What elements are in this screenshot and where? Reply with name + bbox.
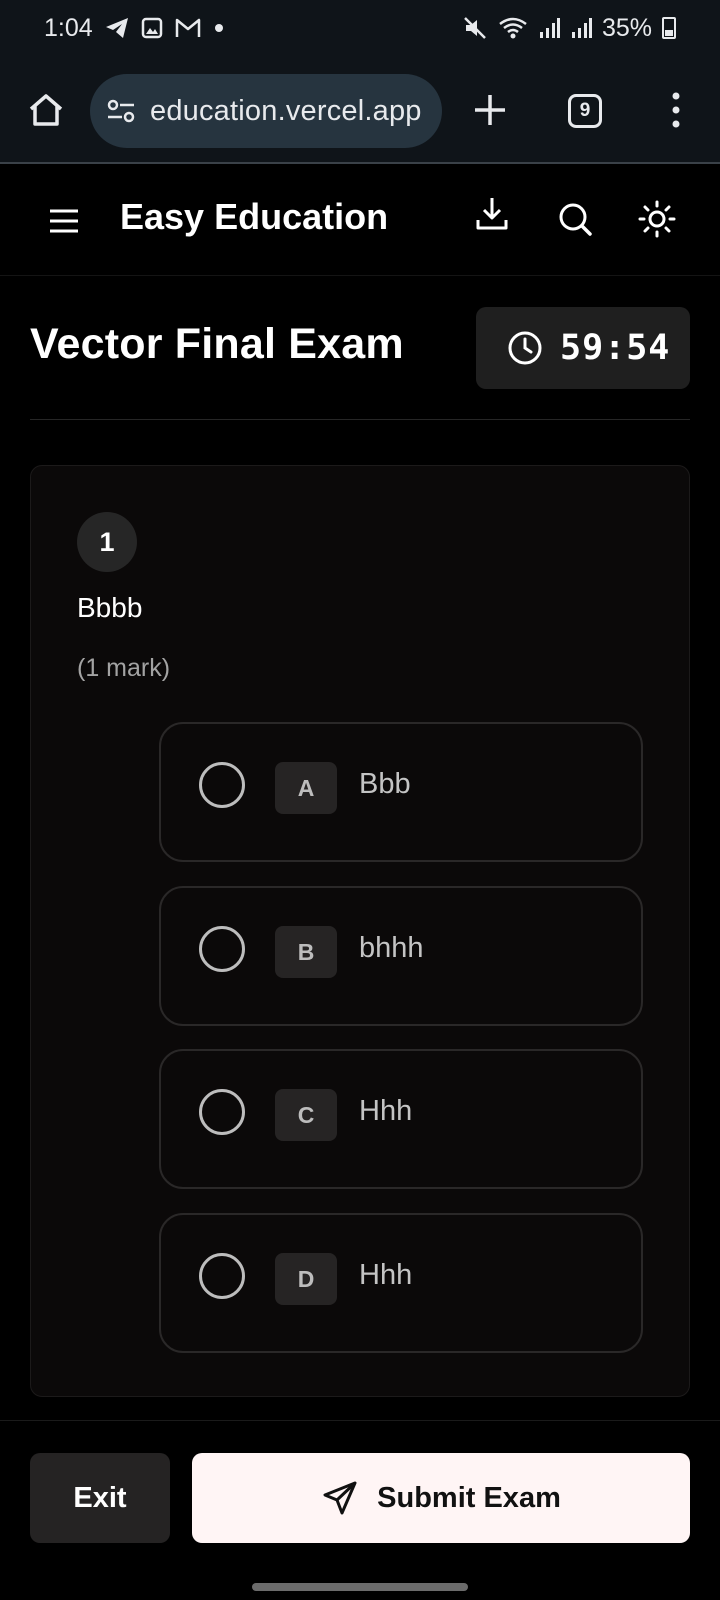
app-header: Easy Education — [0, 166, 720, 276]
question-card: 1 Bbbb (1 mark) A Bbb B bhhh C Hhh D Hhh — [30, 465, 690, 1397]
status-time: 1:04 — [44, 13, 93, 42]
question-marks: (1 mark) — [77, 654, 171, 682]
status-bar: 1:04 35% — [0, 0, 720, 56]
submit-label: Submit Exam — [377, 1481, 561, 1514]
home-indicator[interactable] — [252, 1583, 468, 1591]
send-icon — [321, 1479, 359, 1517]
battery-percent: 35% — [601, 13, 652, 42]
address-bar[interactable]: education.vercel.app — [90, 74, 442, 148]
option-letter: D — [275, 1253, 337, 1305]
exam-timer: 59:54 — [476, 307, 690, 389]
notification-dot-icon — [213, 22, 225, 34]
option-letter: A — [275, 762, 337, 814]
download-icon[interactable] — [474, 194, 510, 234]
option-text: Hhh — [359, 1095, 413, 1127]
hamburger-menu-icon[interactable] — [46, 206, 82, 236]
option-a[interactable]: A Bbb — [159, 722, 643, 862]
gmail-icon — [175, 17, 201, 39]
gallery-icon — [141, 17, 163, 39]
site-settings-icon[interactable] — [106, 96, 136, 126]
timer-value: 59:54 — [560, 328, 671, 368]
exam-footer: Exit Submit Exam — [0, 1420, 720, 1600]
app-title[interactable]: Easy Education — [120, 196, 388, 238]
divider — [30, 419, 690, 420]
option-text: bhhh — [359, 932, 424, 964]
option-d[interactable]: D Hhh — [159, 1213, 643, 1353]
wifi-icon — [498, 16, 528, 40]
option-letter: B — [275, 926, 337, 978]
option-c[interactable]: C Hhh — [159, 1049, 643, 1189]
option-text: Bbb — [359, 768, 411, 800]
mute-icon — [462, 15, 488, 41]
question-number: 1 — [77, 512, 137, 572]
option-letter: C — [275, 1089, 337, 1141]
option-b[interactable]: B bhhh — [159, 886, 643, 1026]
tab-switcher-button[interactable]: 9 — [568, 94, 602, 128]
new-tab-icon[interactable] — [470, 90, 510, 130]
clock-icon — [506, 329, 544, 367]
search-icon[interactable] — [556, 200, 594, 238]
signal-icon — [570, 17, 592, 39]
radio-button[interactable] — [199, 1089, 245, 1135]
exam-title: Vector Final Exam — [30, 320, 404, 368]
more-options-icon[interactable] — [664, 90, 688, 130]
browser-toolbar: education.vercel.app 9 — [0, 56, 720, 164]
battery-icon — [662, 17, 676, 39]
sun-icon[interactable] — [638, 200, 676, 238]
radio-button[interactable] — [199, 762, 245, 808]
submit-exam-button[interactable]: Submit Exam — [192, 1453, 690, 1543]
signal-icon — [538, 17, 560, 39]
telegram-icon — [105, 17, 129, 39]
exit-button[interactable]: Exit — [30, 1453, 170, 1543]
home-icon[interactable] — [26, 90, 66, 130]
question-text: Bbbb — [77, 592, 143, 623]
radio-button[interactable] — [199, 926, 245, 972]
option-text: Hhh — [359, 1259, 413, 1291]
radio-button[interactable] — [199, 1253, 245, 1299]
url-text[interactable]: education.vercel.app — [150, 95, 422, 128]
